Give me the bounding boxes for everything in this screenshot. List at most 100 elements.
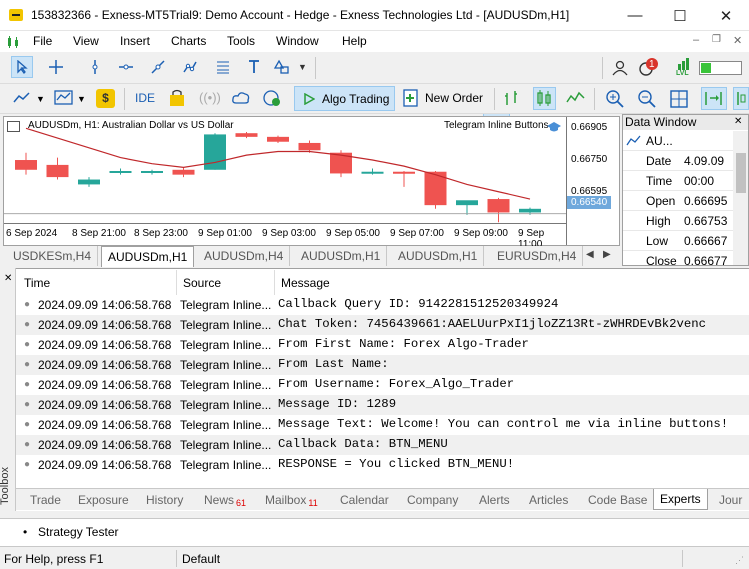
data-window-label: Open <box>646 194 676 208</box>
tab-scroll-right-icon[interactable]: ▶ <box>603 249 611 260</box>
tab-mailbox[interactable]: Mailbox 11 <box>259 489 324 510</box>
trading-icon[interactable]: $ <box>96 89 115 108</box>
cloud-icon[interactable] <box>231 89 251 110</box>
signals-icon[interactable]: ((•)) <box>199 90 221 105</box>
new-order-button[interactable]: New Order <box>425 91 483 105</box>
resize-grip-icon[interactable]: ⋰ <box>735 555 744 566</box>
mdi-restore-icon[interactable]: ❐ <box>712 34 721 45</box>
column-header-message[interactable]: Message <box>281 276 330 290</box>
log-row[interactable]: ● 2024.09.09 14:06:58.768 Telegram Inline.… <box>16 335 749 355</box>
candlestick-chart-icon[interactable] <box>533 87 556 110</box>
data-window-scrollbar[interactable] <box>733 131 748 265</box>
market-icon[interactable] <box>168 89 186 110</box>
mdi-close-icon[interactable]: ✕ <box>733 34 742 47</box>
menu-charts[interactable]: Charts <box>171 34 206 48</box>
chart-tab[interactable]: AUDUSDm,H4 <box>198 246 291 266</box>
chart-tab[interactable]: AUDUSDm,H1 <box>392 246 485 266</box>
log-row[interactable]: ● 2024.09.09 14:06:58.768 Telegram Inline.… <box>16 375 749 395</box>
tab-trade[interactable]: Trade <box>24 489 67 510</box>
chart-shift-icon[interactable] <box>733 87 749 110</box>
zoom-in-icon[interactable] <box>605 89 625 112</box>
cursor-icon[interactable] <box>11 56 33 78</box>
log-message: Callback Data: BTN_MENU <box>278 437 448 451</box>
crosshair-icon[interactable] <box>45 56 67 78</box>
user-icon[interactable] <box>612 60 628 79</box>
log-row[interactable]: ● 2024.09.09 14:06:58.768 Telegram Inline.… <box>16 395 749 415</box>
menu-insert[interactable]: Insert <box>120 34 150 48</box>
zoom-out-icon[interactable] <box>637 89 657 112</box>
bar-chart-icon[interactable] <box>503 89 523 110</box>
tab-news[interactable]: News 61 <box>198 489 252 510</box>
indicators-dropdown-icon[interactable]: ▼ <box>77 94 86 104</box>
log-row[interactable]: ● 2024.09.09 14:06:58.768 Telegram Inline.… <box>16 435 749 455</box>
data-window-label: High <box>646 214 671 228</box>
notifications-icon[interactable] <box>638 58 658 81</box>
autoscroll-icon[interactable] <box>701 87 727 110</box>
new-order-icon[interactable] <box>402 88 420 111</box>
ide-button[interactable]: IDE <box>135 91 155 105</box>
log-level-icon: ● <box>24 419 31 430</box>
tab-scroll-left-icon[interactable]: ◀ <box>586 249 594 260</box>
close-icon[interactable]: ✕ <box>734 116 742 127</box>
strategy-tester-bar[interactable]: • Strategy Tester <box>0 518 749 546</box>
shapes-icon[interactable] <box>271 56 293 78</box>
chart-type-dropdown-icon[interactable]: ▼ <box>36 94 45 104</box>
tab-label: Company <box>407 492 459 507</box>
vps-icon[interactable] <box>262 89 282 110</box>
horizontal-line-icon[interactable] <box>115 56 137 78</box>
text-tool-icon[interactable] <box>243 56 265 78</box>
vertical-line-icon[interactable] <box>84 56 106 78</box>
line-mode-icon[interactable] <box>566 89 586 110</box>
chart-menu-icon[interactable] <box>6 35 22 49</box>
tab-articles[interactable]: Articles <box>523 489 574 510</box>
algo-trading-button[interactable]: Algo Trading <box>294 86 395 111</box>
chart-menu-icon[interactable] <box>7 121 20 132</box>
tab-experts[interactable]: Experts <box>653 489 708 510</box>
chart-tab[interactable]: USDKESm,H4 <box>7 246 99 266</box>
trend-line-icon[interactable] <box>147 56 169 78</box>
candle-body <box>267 136 289 142</box>
tab-label: History <box>146 492 184 507</box>
log-row[interactable]: ● 2024.09.09 14:06:58.768 Telegram Inline.… <box>16 295 749 315</box>
data-window-symbol-row: AU... <box>623 131 741 151</box>
tab-code-base[interactable]: Code Base <box>582 489 653 510</box>
log-row[interactable]: ● 2024.09.09 14:06:58.768 Telegram Inline.… <box>16 355 749 375</box>
candle-body <box>78 179 100 185</box>
column-header-time[interactable]: Time <box>24 276 50 290</box>
log-row[interactable]: ● 2024.09.09 14:06:58.768 Telegram Inline.… <box>16 415 749 435</box>
chart-tab[interactable]: EURUSDm,H4 <box>491 246 584 266</box>
maximize-button[interactable]: ☐ <box>657 0 703 31</box>
menu-tools[interactable]: Tools <box>227 34 255 48</box>
menu-view[interactable]: View <box>73 34 99 48</box>
tile-windows-icon[interactable] <box>669 89 689 112</box>
line-chart-icon[interactable] <box>13 90 33 109</box>
menu-file[interactable]: File <box>33 34 52 48</box>
column-header-source[interactable]: Source <box>183 276 221 290</box>
close-button[interactable]: ✕ <box>703 0 749 31</box>
indicators-icon[interactable] <box>54 89 74 110</box>
shapes-dropdown-icon[interactable]: ▼ <box>298 62 307 72</box>
time-axis: 6 Sep 2024 8 Sep 21:00 8 Sep 23:00 9 Sep… <box>4 223 566 250</box>
channel-icon[interactable] <box>179 56 201 78</box>
algo-trading-label: Algo Trading <box>322 92 390 106</box>
menu-window[interactable]: Window <box>276 34 319 48</box>
minimize-button[interactable]: — <box>612 0 658 31</box>
chart-tab-active[interactable]: AUDUSDm,H1 <box>101 246 195 267</box>
close-icon[interactable]: ✕ <box>4 273 12 284</box>
tab-history[interactable]: History <box>140 489 189 510</box>
log-row[interactable]: ● 2024.09.09 14:06:58.768 Telegram Inline.… <box>16 315 749 335</box>
tab-alerts[interactable]: Alerts <box>473 489 516 510</box>
chart-window[interactable]: AUDUSDm, H1: Australian Dollar vs US Dol… <box>3 116 620 250</box>
tab-calendar[interactable]: Calendar <box>334 489 395 510</box>
tab-company[interactable]: Company <box>401 489 464 510</box>
fibonacci-icon[interactable] <box>212 56 234 78</box>
mdi-minimize-icon[interactable]: – <box>693 34 699 46</box>
scrollbar-thumb[interactable] <box>736 153 746 193</box>
menu-help[interactable]: Help <box>342 34 367 48</box>
log-row[interactable]: ● 2024.09.09 14:06:58.768 Telegram Inline.… <box>16 455 749 475</box>
log-time: 2024.09.09 14:06:58.768 <box>38 418 172 432</box>
chart-tab[interactable]: AUDUSDm,H1 <box>295 246 388 266</box>
tab-exposure[interactable]: Exposure <box>72 489 135 510</box>
tab-journal[interactable]: Jour <box>713 489 748 510</box>
chart-symbol-title: AUDUSDm, H1: Australian Dollar vs US Dol… <box>28 120 234 131</box>
